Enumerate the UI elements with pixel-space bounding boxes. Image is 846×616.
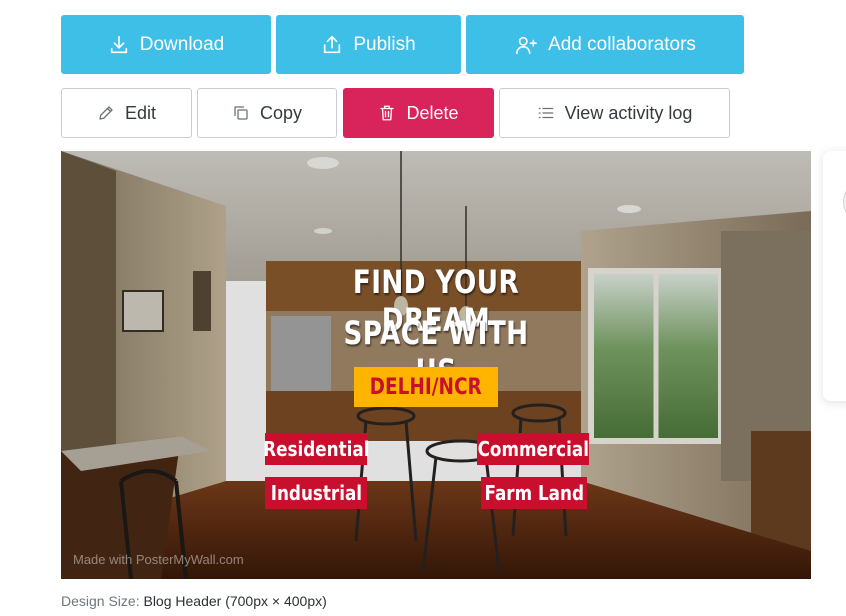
tag-industrial: Industrial — [265, 477, 367, 509]
add-collaborators-button[interactable]: Add collaborators — [466, 15, 744, 74]
publish-label: Publish — [353, 33, 416, 55]
tag-commercial: Commercial — [477, 433, 589, 465]
copy-icon — [232, 104, 250, 122]
download-label: Download — [139, 33, 225, 55]
design-preview[interactable]: FIND YOUR DREAM SPACE WITH US DELHI/NCR … — [61, 151, 811, 579]
location-tag: DELHI/NCR — [354, 367, 498, 407]
edit-button[interactable]: Edit — [61, 88, 192, 138]
copy-button[interactable]: Copy — [197, 88, 337, 138]
view-activity-log-label: View activity log — [564, 102, 693, 123]
download-icon — [108, 34, 130, 56]
side-panel-card — [823, 151, 846, 401]
design-size-info: Design Size: Blog Header (700px × 400px) — [61, 593, 327, 609]
add-collaborators-label: Add collaborators — [548, 33, 696, 55]
tag-farm-land: Farm Land — [481, 477, 587, 509]
publish-button[interactable]: Publish — [276, 15, 461, 74]
design-size-value: Blog Header (700px × 400px) — [143, 593, 327, 609]
upload-icon — [321, 34, 343, 56]
view-activity-log-button[interactable]: View activity log — [499, 88, 730, 138]
design-size-label: Design Size: — [61, 593, 140, 609]
edit-label: Edit — [124, 102, 157, 123]
delete-label: Delete — [406, 102, 459, 123]
tag-residential: Residential — [263, 433, 369, 465]
download-button[interactable]: Download — [61, 15, 271, 74]
delete-button[interactable]: Delete — [343, 88, 494, 138]
trash-icon — [378, 104, 396, 122]
list-icon — [537, 105, 555, 121]
pencil-icon — [97, 104, 115, 122]
add-user-icon — [514, 34, 538, 56]
copy-label: Copy — [259, 102, 303, 123]
watermark: Made with PosterMyWall.com — [73, 552, 244, 567]
